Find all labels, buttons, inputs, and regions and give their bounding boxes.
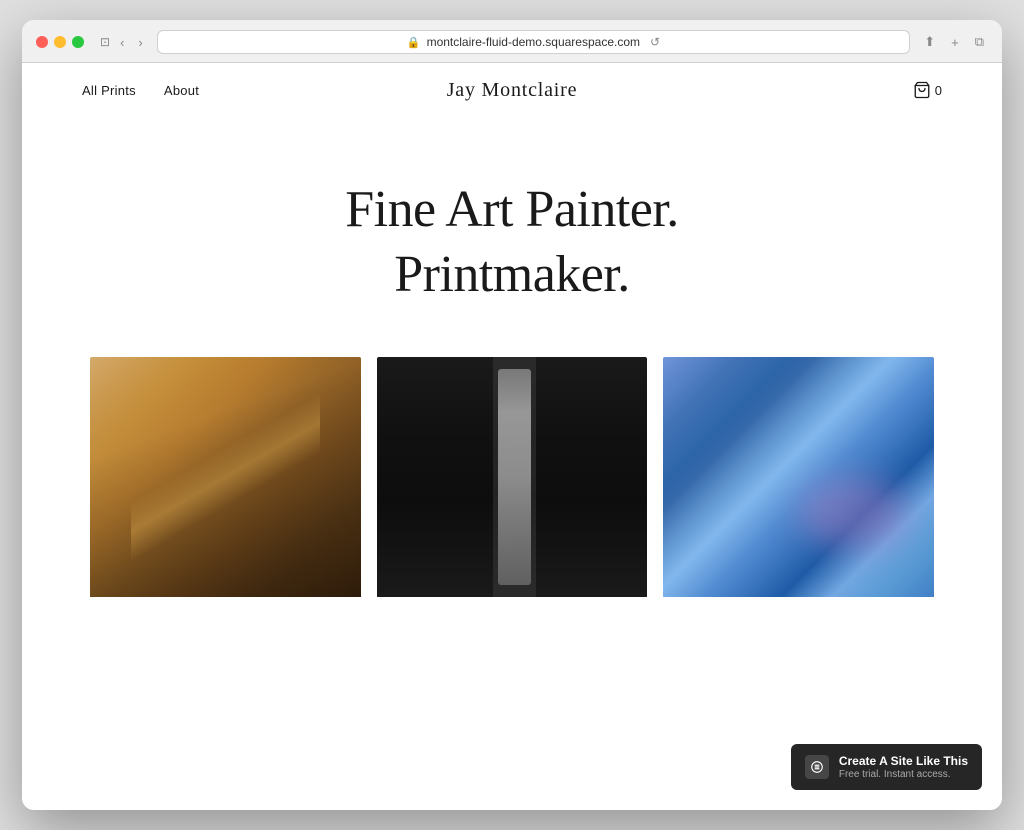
browser-window: ⊡ ‹ › 🔒 montclaire-fluid-demo.squarespac… — [22, 20, 1002, 810]
gallery-item-1[interactable] — [90, 357, 361, 810]
new-tab-button[interactable]: + — [947, 33, 963, 52]
minimize-button[interactable] — [54, 36, 66, 48]
hero-section: Fine Art Painter. Printmaker. — [22, 117, 1002, 357]
duplicate-button[interactable]: ⧉ — [971, 32, 988, 52]
browser-chrome: ⊡ ‹ › 🔒 montclaire-fluid-demo.squarespac… — [22, 20, 1002, 63]
cart-button[interactable]: 0 — [913, 81, 942, 99]
ss-logo-icon — [810, 760, 824, 774]
ss-badge-subtitle: Free trial. Instant access. — [839, 769, 968, 780]
window-tile-button[interactable]: ⊡ — [100, 35, 110, 49]
nav-all-prints[interactable]: All Prints — [82, 83, 136, 98]
squarespace-logo — [805, 755, 829, 779]
maximize-button[interactable] — [72, 36, 84, 48]
gallery-item-3[interactable] — [663, 357, 934, 810]
traffic-lights — [36, 36, 84, 48]
site-title[interactable]: Jay Montclaire — [447, 79, 578, 102]
artwork-1 — [90, 357, 361, 597]
lock-icon: 🔒 — [407, 36, 421, 49]
gallery-item-2[interactable] — [377, 357, 648, 810]
address-bar[interactable]: 🔒 montclaire-fluid-demo.squarespace.com … — [157, 30, 910, 54]
cart-count: 0 — [935, 83, 942, 98]
close-button[interactable] — [36, 36, 48, 48]
artwork-2 — [377, 357, 648, 597]
site-header: All Prints About Jay Montclaire 0 — [22, 63, 1002, 117]
nav-left: All Prints About — [82, 83, 199, 98]
back-button[interactable]: ‹ — [116, 33, 128, 52]
ss-badge-title: Create A Site Like This — [839, 754, 968, 768]
nav-about[interactable]: About — [164, 83, 199, 98]
url-text: montclaire-fluid-demo.squarespace.com — [427, 35, 640, 49]
nav-right: 0 — [913, 81, 942, 99]
gallery-section: Create A Site Like This Free trial. Inst… — [22, 357, 1002, 810]
browser-controls: ⊡ ‹ › — [100, 33, 147, 52]
ss-badge-text: Create A Site Like This Free trial. Inst… — [839, 754, 968, 780]
refresh-icon[interactable]: ↺ — [650, 35, 660, 49]
hero-line-1: Fine Art Painter. — [345, 181, 678, 238]
artwork-3 — [663, 357, 934, 597]
share-button[interactable]: ⬆ — [920, 32, 939, 52]
hero-title: Fine Art Painter. Printmaker. — [345, 177, 678, 307]
forward-button[interactable]: › — [134, 33, 146, 52]
squarespace-badge[interactable]: Create A Site Like This Free trial. Inst… — [791, 744, 982, 790]
hero-line-2: Printmaker. — [394, 246, 629, 303]
browser-actions: ⬆ + ⧉ — [920, 32, 988, 52]
cart-icon — [913, 81, 931, 99]
website-content: All Prints About Jay Montclaire 0 Fine A… — [22, 63, 1002, 810]
